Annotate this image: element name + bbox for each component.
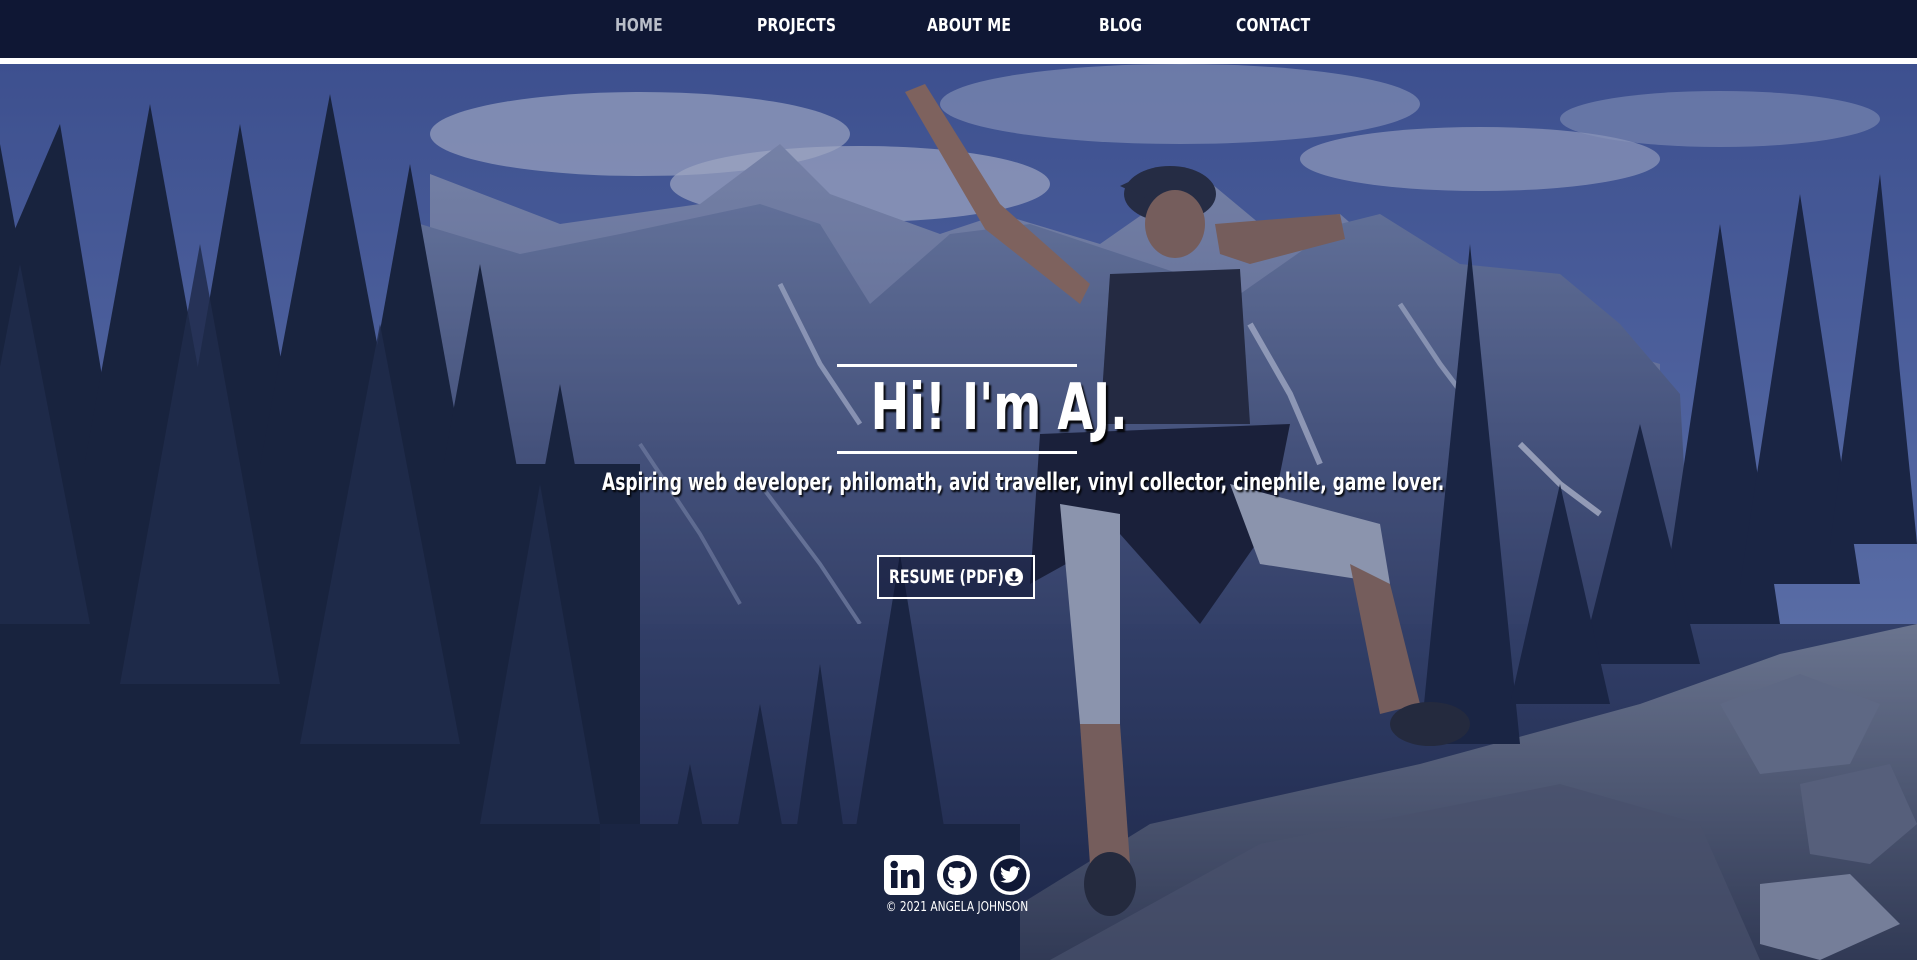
download-icon bbox=[1005, 568, 1023, 586]
nav-item-blog[interactable]: BLOG bbox=[1099, 14, 1142, 38]
twitter-icon[interactable] bbox=[989, 854, 1031, 896]
github-icon[interactable] bbox=[936, 854, 978, 896]
hero-title: Hi! I'm AJ. bbox=[870, 371, 1128, 445]
page: HOME PROJECTS ABOUT ME BLOG CONTACT Hi! … bbox=[0, 0, 1917, 960]
top-navigation: HOME PROJECTS ABOUT ME BLOG CONTACT bbox=[0, 0, 1917, 58]
nav-item-contact[interactable]: CONTACT bbox=[1236, 14, 1310, 38]
nav-item-projects[interactable]: PROJECTS bbox=[757, 14, 836, 38]
linkedin-icon[interactable] bbox=[883, 854, 925, 896]
hero-overlay bbox=[0, 64, 1917, 960]
hero-tagline: Aspiring web developer, philomath, avid … bbox=[602, 468, 1445, 496]
nav-divider bbox=[0, 58, 1917, 64]
footer-copyright: © 2021 ANGELA JOHNSON bbox=[885, 900, 1029, 915]
nav-item-about-me[interactable]: ABOUT ME bbox=[927, 14, 1011, 38]
nav-item-home[interactable]: HOME bbox=[615, 14, 663, 38]
hero-title-frame: Hi! I'm AJ. bbox=[837, 364, 1128, 454]
resume-download-button[interactable]: RESUME (PDF) bbox=[877, 555, 1035, 599]
resume-button-label: RESUME (PDF) bbox=[889, 566, 1004, 588]
